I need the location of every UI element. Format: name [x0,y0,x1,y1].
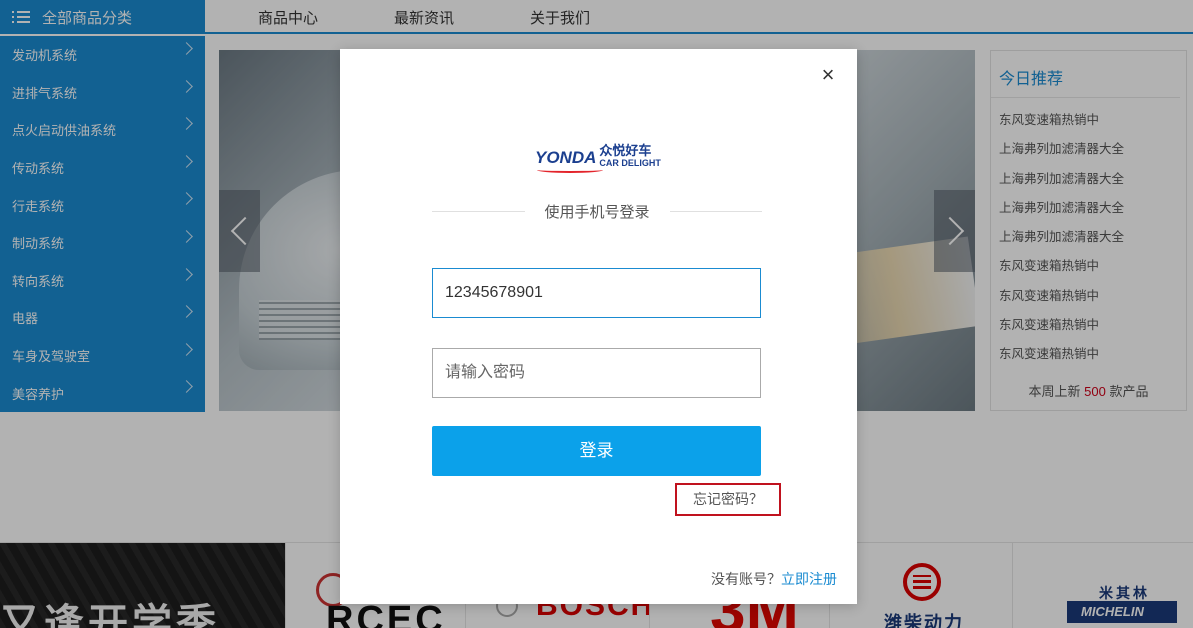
login-subtitle: 使用手机号登录 [544,203,650,221]
divider [432,210,525,212]
no-account-text: 没有账号？ [711,571,781,587]
logo-swoosh [537,167,603,173]
brand-logo: YONDA 众悦好车 CAR DELIGHT [535,136,661,173]
divider [669,210,763,212]
login-button[interactable]: 登录 [432,426,761,476]
login-modal: × YONDA 众悦好车 CAR DELIGHT 使用手机号登录 1234567… [340,49,857,604]
password-input[interactable]: 请输入密码 [432,348,761,398]
register-row: 没有账号？立即注册 [711,569,837,589]
register-link[interactable]: 立即注册 [781,571,837,587]
close-icon[interactable]: × [818,64,838,86]
logo-en-text: YONDA [535,148,603,173]
logo-cn-text: 众悦好车 [599,143,652,158]
login-subtitle-row: 使用手机号登录 [432,201,763,221]
forgot-password-link[interactable]: 忘记密码？ [675,483,781,516]
phone-input[interactable]: 12345678901 [432,268,761,318]
logo-sub-text: CAR DELIGHT [599,158,661,168]
